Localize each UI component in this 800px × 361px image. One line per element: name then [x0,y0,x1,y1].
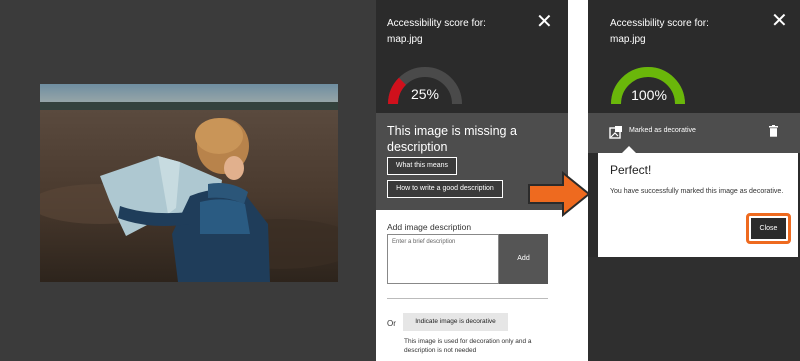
preview-photo [40,84,338,282]
description-input[interactable]: Enter a brief description [387,234,499,284]
success-title: Perfect! [610,163,652,177]
success-message: You have successfully marked this image … [610,188,784,195]
file-name: map.jpg [387,34,423,45]
arrow-right-icon [528,171,591,217]
panel-bottom [588,257,800,361]
decorative-note: This image is used for decoration only a… [404,338,532,354]
indicate-decorative-button[interactable]: Indicate image is decorative [403,313,508,331]
marked-decorative-bar: Marked as decorative [588,113,800,153]
image-preview-area [0,0,376,361]
decorative-image-icon [609,126,622,139]
file-name: map.jpg [610,34,646,45]
add-description-label: Add image description [387,222,472,232]
close-button-highlight: Close [746,213,791,244]
divider [387,298,548,299]
score-value: 25% [410,86,440,102]
close-icon[interactable]: ✕ [536,12,553,32]
add-button[interactable]: Add [499,234,548,284]
card-pointer [621,146,637,154]
missing-title: This image is missing a description [387,124,517,154]
or-label: Or [387,319,396,328]
score-header: Accessibility score for: map.jpg ✕ 25% [376,0,568,113]
marked-decorative-label: Marked as decorative [629,127,696,134]
how-to-write-button[interactable]: How to write a good description [387,180,503,198]
accessibility-panel-right: Accessibility score for: map.jpg ✕ 100% … [588,0,800,361]
score-value: 100% [631,87,667,103]
score-title: Accessibility score for: [610,18,709,29]
close-icon[interactable]: ✕ [771,11,788,31]
success-card: Perfect! You have successfully marked th… [598,146,798,257]
description-placeholder: Enter a brief description [392,239,456,245]
what-this-means-button[interactable]: What this means [387,157,457,175]
close-button[interactable]: Close [751,218,786,239]
boy-with-map-photo [40,84,338,282]
trash-icon[interactable] [769,125,778,137]
score-title: Accessibility score for: [387,18,486,29]
